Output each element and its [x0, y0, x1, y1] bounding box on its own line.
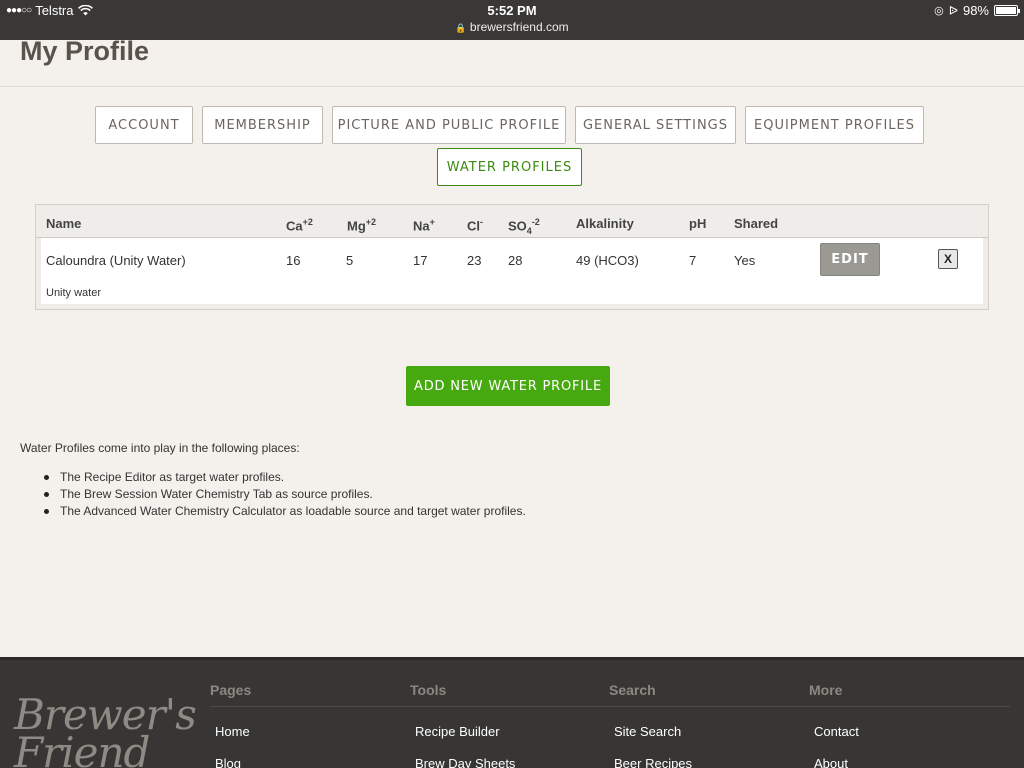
brewers-friend-logo[interactable]: Brewer's Friend [14, 694, 197, 768]
footer-heading: Search [609, 682, 656, 698]
list-item: The Advanced Water Chemistry Calculator … [44, 504, 526, 521]
footer-link-home[interactable]: Home [215, 724, 250, 739]
footer-col-search: Search Site Search Beer Recipes [609, 682, 692, 768]
water-profiles-table: Name Ca+2 Mg+2 Na+ Cl- SO4-2 Alkalinity … [35, 204, 989, 310]
info-list: The Recipe Editor as target water profil… [44, 470, 526, 521]
footer-heading: Pages [210, 682, 252, 698]
cell-calcium: 16 [286, 253, 301, 268]
edit-button[interactable]: EDIT [820, 243, 880, 276]
footer-link-beer-recipes[interactable]: Beer Recipes [614, 756, 692, 768]
col-sodium: Na+ [413, 217, 435, 234]
tab-equipment-profiles[interactable]: EQUIPMENT PROFILES [745, 106, 924, 144]
col-ph: pH [689, 216, 707, 231]
lock-icon: 🔒 [455, 23, 467, 33]
ios-status-bar: ●●●○○ Telstra 5:52 PM 🔒 brewersfriend.co… [0, 0, 1024, 40]
col-shared: Shared [734, 216, 779, 231]
footer-link-about[interactable]: About [814, 756, 848, 768]
col-alkalinity: Alkalinity [576, 216, 634, 231]
table-header: Name Ca+2 Mg+2 Na+ Cl- SO4-2 Alkalinity … [36, 205, 988, 238]
footer-col-more: More Contact About [809, 682, 859, 768]
col-sulfate: SO4-2 [508, 217, 540, 236]
list-item: The Brew Session Water Chemistry Tab as … [44, 487, 526, 504]
cell-sodium: 17 [413, 253, 428, 268]
footer-heading: Tools [410, 682, 447, 698]
battery-percent: 98% [962, 3, 989, 18]
cell-magnesium: 5 [346, 253, 354, 268]
status-time: 5:52 PM [487, 3, 537, 18]
add-new-water-profile-button[interactable]: ADD NEW WATER PROFILE [406, 366, 610, 406]
footer-heading: More [809, 682, 843, 698]
footer-col-pages: Pages Home Blog [210, 682, 252, 768]
footer-divider [210, 706, 1010, 707]
cell-sulfate: 28 [508, 253, 523, 268]
info-intro: Water Profiles come into play in the fol… [20, 441, 300, 455]
list-item: The Recipe Editor as target water profil… [44, 470, 526, 487]
delete-button[interactable]: X [938, 249, 958, 269]
bluetooth-icon: ᐉ [948, 3, 958, 18]
site-footer: Brewer's Friend Pages Home Blog Tools Re… [0, 657, 1024, 768]
page-header: My Profile [0, 36, 1024, 87]
tab-water-profiles[interactable]: WATER PROFILES [437, 148, 582, 186]
footer-link-site-search[interactable]: Site Search [614, 724, 681, 739]
url-text: brewersfriend.com [469, 20, 569, 34]
footer-link-contact[interactable]: Contact [814, 724, 859, 739]
cell-chloride: 23 [467, 253, 482, 268]
col-calcium: Ca+2 [286, 217, 313, 234]
footer-link-blog[interactable]: Blog [215, 756, 241, 768]
profile-note: Unity water [46, 287, 102, 299]
battery-icon [994, 5, 1020, 16]
footer-link-recipe-builder[interactable]: Recipe Builder [415, 724, 500, 739]
tab-picture-and-public-profile[interactable]: PICTURE AND PUBLIC PROFILE [332, 106, 566, 144]
col-magnesium: Mg+2 [347, 217, 377, 234]
tab-membership[interactable]: MEMBERSHIP [202, 106, 323, 144]
table-row: Caloundra (Unity Water) 16 5 17 23 28 49… [41, 238, 983, 304]
col-chloride: Cl- [467, 217, 483, 234]
cell-shared: Yes [734, 253, 756, 268]
orientation-lock-icon: ◎ [934, 5, 944, 17]
battery-fill [996, 7, 1016, 14]
cell-ph: 7 [689, 253, 697, 268]
tab-account[interactable]: ACCOUNT [95, 106, 193, 144]
address-bar[interactable]: 🔒 brewersfriend.com [0, 20, 1024, 34]
footer-link-brew-day-sheets[interactable]: Brew Day Sheets [415, 756, 515, 768]
tab-general-settings[interactable]: GENERAL SETTINGS [575, 106, 736, 144]
page-title: My Profile [20, 36, 150, 66]
cell-name: Caloundra (Unity Water) [46, 253, 186, 268]
col-name: Name [46, 216, 82, 231]
status-right: ◎ ᐉ 98% [934, 3, 1020, 18]
cell-alkalinity: 49 (HCO3) [576, 253, 639, 268]
footer-col-tools: Tools Recipe Builder Brew Day Sheets [410, 682, 515, 768]
